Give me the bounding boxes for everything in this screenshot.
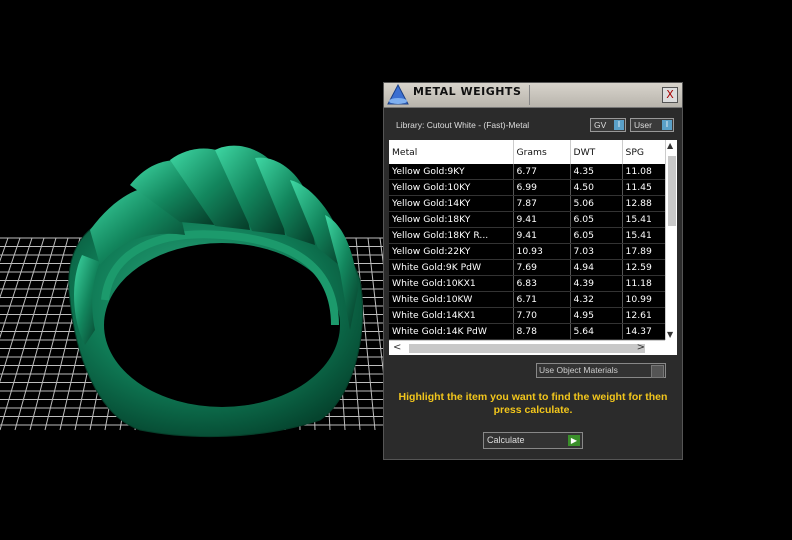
cell-spg: 12.88 [622, 195, 666, 212]
cell-dwt: 5.64 [570, 323, 623, 340]
ring-model[interactable] [68, 145, 364, 438]
column-header-grams[interactable]: Grams [513, 140, 571, 164]
cell-dwt: 4.32 [570, 291, 623, 308]
cell-metal: Yellow Gold:14KY [389, 195, 514, 212]
cell-grams: 6.83 [513, 275, 571, 292]
app-logo-icon [387, 84, 409, 105]
cell-spg: 17.89 [622, 243, 666, 260]
grid-line [0, 237, 21, 299]
calculate-label: Calculate [487, 435, 525, 445]
horizontal-scrollbar[interactable]: < > [389, 340, 665, 355]
grid-line [0, 237, 33, 339]
use-object-materials-label: Use Object Materials [539, 365, 618, 375]
vertical-scrollbar[interactable]: ▲ ▼ [665, 140, 677, 340]
table-row[interactable]: White Gold:10KX1 6.83 4.39 11.18 [389, 275, 666, 292]
table-row[interactable]: Yellow Gold:10KY 6.99 4.50 11.45 [389, 179, 666, 196]
cell-dwt: 5.06 [570, 195, 623, 212]
scroll-right-icon[interactable]: > [637, 342, 645, 353]
cell-spg: 12.59 [622, 259, 666, 276]
close-button[interactable]: X [662, 87, 678, 103]
cell-metal: White Gold:14KX1 [389, 307, 514, 324]
cell-spg: 11.18 [622, 275, 666, 292]
cell-grams: 9.41 [513, 211, 571, 228]
cell-dwt: 4.39 [570, 275, 623, 292]
cell-metal: White Gold:10KW [389, 291, 514, 308]
cell-spg: 11.45 [622, 179, 666, 196]
title-divider [529, 85, 530, 105]
close-icon: X [666, 88, 674, 101]
cell-dwt: 4.50 [570, 179, 623, 196]
scroll-down-icon[interactable]: ▼ [667, 330, 673, 339]
cell-grams: 10.93 [513, 243, 571, 260]
toggle-indicator-icon: I [614, 120, 624, 130]
table-row[interactable]: Yellow Gold:18KY 9.41 6.05 15.41 [389, 211, 666, 228]
column-header-dwt[interactable]: DWT [570, 140, 623, 164]
cell-metal: Yellow Gold:9KY [389, 164, 514, 180]
user-toggle-label: User [634, 120, 652, 130]
cell-metal: White Gold:14K PdW [389, 323, 514, 340]
gv-toggle[interactable]: GV I [590, 118, 626, 132]
cell-grams: 6.71 [513, 291, 571, 308]
column-header-spg[interactable]: SPG [622, 140, 666, 164]
toggle-indicator-icon [651, 365, 664, 378]
cell-dwt: 6.05 [570, 227, 623, 244]
cell-dwt: 4.95 [570, 307, 623, 324]
table-row[interactable]: Yellow Gold:14KY 7.87 5.06 12.88 [389, 195, 666, 212]
h-scroll-thumb[interactable] [409, 344, 645, 353]
cell-grams: 7.70 [513, 307, 571, 324]
table-row[interactable]: White Gold:14K PdW 8.78 5.64 14.37 [389, 323, 666, 340]
cell-dwt: 4.94 [570, 259, 623, 276]
instruction-text: Highlight the item you want to find the … [398, 391, 668, 416]
library-label: Library: Cutout White - (Fast)-Metal [396, 120, 530, 130]
cell-spg: 11.08 [622, 164, 666, 180]
cell-metal: White Gold:9K PdW [389, 259, 514, 276]
cell-dwt: 6.05 [570, 211, 623, 228]
metal-weights-table[interactable]: Metal Grams DWT SPG Yellow Gold:9KY 6.77 4… [389, 140, 677, 355]
cell-spg: 10.99 [622, 291, 666, 308]
cell-spg: 15.41 [622, 227, 666, 244]
cell-metal: Yellow Gold:18KY [389, 211, 514, 228]
scroll-thumb[interactable] [668, 156, 676, 226]
user-toggle[interactable]: User I [630, 118, 674, 132]
cell-dwt: 7.03 [570, 243, 623, 260]
table-header-row: Metal Grams DWT SPG [389, 140, 666, 164]
table-row[interactable]: Yellow Gold:18KY R... 9.41 6.05 15.41 [389, 227, 666, 244]
cell-grams: 7.87 [513, 195, 571, 212]
cell-grams: 6.99 [513, 179, 571, 196]
table-row[interactable]: White Gold:14KX1 7.70 4.95 12.61 [389, 307, 666, 324]
cell-grams: 7.69 [513, 259, 571, 276]
table-row[interactable]: White Gold:9K PdW 7.69 4.94 12.59 [389, 259, 666, 276]
table-row[interactable]: Yellow Gold:22KY 10.93 7.03 17.89 [389, 243, 666, 260]
gv-toggle-label: GV [594, 120, 607, 130]
cell-grams: 9.41 [513, 227, 571, 244]
scroll-up-icon[interactable]: ▲ [667, 141, 673, 150]
panel-title: METAL WEIGHTS [413, 85, 522, 98]
cell-spg: 12.61 [622, 307, 666, 324]
cell-metal: White Gold:10KX1 [389, 275, 514, 292]
cell-metal: Yellow Gold:18KY R... [389, 227, 514, 244]
cell-grams: 8.78 [513, 323, 571, 340]
cell-grams: 6.77 [513, 164, 571, 180]
cell-spg: 15.41 [622, 211, 666, 228]
use-object-materials-toggle[interactable]: Use Object Materials [536, 363, 666, 378]
play-icon: ▶ [568, 435, 580, 446]
table-row[interactable]: Yellow Gold:9KY 6.77 4.35 11.08 [389, 164, 666, 180]
toggle-indicator-icon: I [662, 120, 672, 130]
cell-metal: Yellow Gold:22KY [389, 243, 514, 260]
cell-spg: 14.37 [622, 323, 666, 340]
panel-titlebar[interactable]: METAL WEIGHTS X [384, 83, 682, 108]
table-row[interactable]: White Gold:10KW 6.71 4.32 10.99 [389, 291, 666, 308]
calculate-button[interactable]: Calculate ▶ [483, 432, 583, 449]
scroll-left-icon[interactable]: < [393, 342, 401, 353]
column-header-metal[interactable]: Metal [389, 140, 514, 164]
cell-metal: Yellow Gold:10KY [389, 179, 514, 196]
cell-dwt: 4.35 [570, 164, 623, 180]
metal-weights-panel: METAL WEIGHTS X Library: Cutout White - … [383, 82, 683, 460]
grid-line [0, 237, 57, 431]
